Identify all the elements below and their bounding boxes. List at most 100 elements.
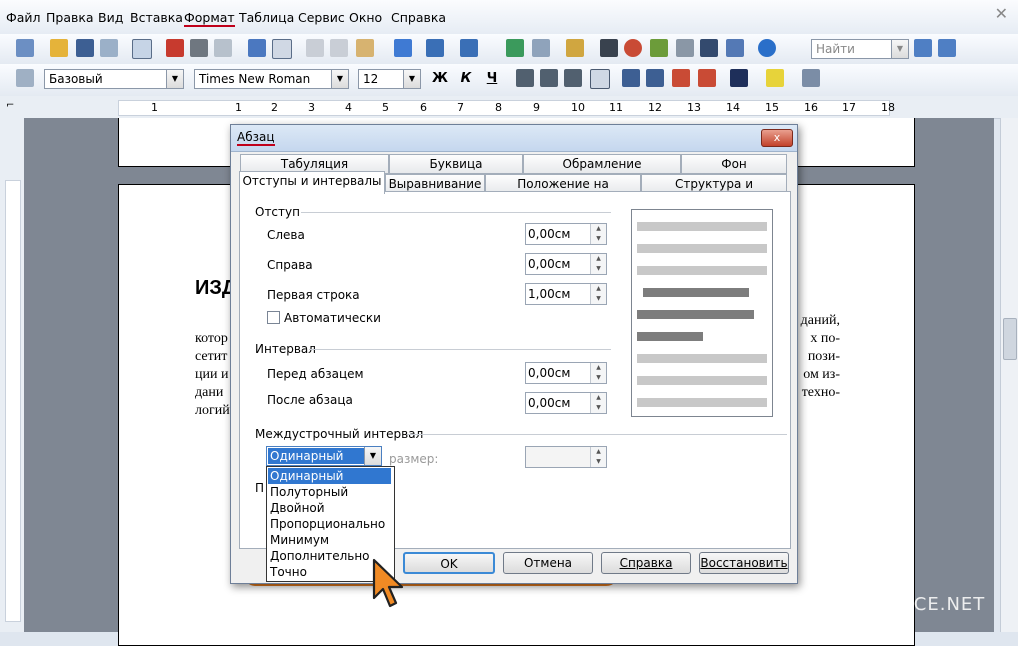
menu-help[interactable]: Справка	[391, 10, 446, 25]
auto-checkbox[interactable]	[267, 311, 280, 324]
paste-icon[interactable]	[356, 39, 374, 57]
datasource-icon[interactable]	[676, 39, 694, 57]
edit-mode-icon[interactable]	[132, 39, 152, 59]
indent-right-field[interactable]: 0,00см ▲ ▼	[525, 253, 607, 275]
justify-icon[interactable]	[590, 69, 610, 89]
dialog-titlebar[interactable]: Абзац x	[231, 125, 797, 152]
vertical-scrollbar[interactable]	[1000, 118, 1018, 632]
option-at-least[interactable]: Минимум	[268, 532, 391, 548]
chevron-down-icon[interactable]: ▼	[166, 70, 183, 88]
underline-button[interactable]: Ч	[482, 69, 502, 89]
align-right-icon[interactable]	[564, 69, 582, 87]
tab-indents-spacing[interactable]: Отступы и интервалы	[239, 171, 385, 194]
tab-background[interactable]: Фон	[681, 154, 787, 174]
menu-insert[interactable]: Вставка	[130, 10, 183, 25]
open-icon[interactable]	[50, 39, 68, 57]
ruler-number: 9	[533, 101, 540, 114]
find-next-icon[interactable]	[914, 39, 932, 57]
scrollbar-thumb[interactable]	[1003, 318, 1017, 360]
font-size-select[interactable]: 12 ▼	[358, 69, 421, 89]
print-preview-icon[interactable]	[214, 39, 232, 57]
menu-tools[interactable]: Сервис	[298, 10, 345, 25]
navigator-icon[interactable]	[624, 39, 642, 57]
spellcheck-icon[interactable]	[248, 39, 266, 57]
new-document-icon[interactable]	[16, 39, 34, 57]
decrease-indent-icon[interactable]	[672, 69, 690, 87]
tab-type-icon[interactable]: ⌐	[6, 100, 14, 111]
align-center-icon[interactable]	[540, 69, 558, 87]
line-spacing-select[interactable]: Одинарный ▼	[266, 446, 382, 466]
autospellcheck-icon[interactable]	[272, 39, 292, 59]
nonprinting-chars-icon[interactable]	[700, 39, 718, 57]
menu-view[interactable]: Вид	[98, 10, 123, 25]
menu-edit[interactable]: Правка	[46, 10, 94, 25]
before-paragraph-field[interactable]: 0,00см ▲ ▼	[525, 362, 607, 384]
tab-drop-caps[interactable]: Буквица	[389, 154, 523, 174]
group-divider	[301, 212, 611, 213]
align-left-icon[interactable]	[516, 69, 534, 87]
option-one-and-half[interactable]: Полуторный	[268, 484, 391, 500]
draw-icon[interactable]	[566, 39, 584, 57]
email-icon[interactable]	[100, 39, 118, 57]
cancel-button[interactable]: Отмена	[503, 552, 593, 574]
redo-icon[interactable]	[460, 39, 478, 57]
background-color-icon[interactable]	[802, 69, 820, 87]
export-pdf-icon[interactable]	[166, 39, 184, 57]
spin-icon[interactable]: ▲ ▼	[590, 254, 606, 274]
spin-icon[interactable]: ▲ ▼	[590, 363, 606, 383]
table-icon[interactable]	[532, 39, 550, 57]
italic-button[interactable]: К	[456, 69, 476, 89]
first-line-field[interactable]: 1,00см ▲ ▼	[525, 283, 607, 305]
bullets-icon[interactable]	[646, 69, 664, 87]
zoom-icon[interactable]	[726, 39, 744, 57]
option-double[interactable]: Двойной	[268, 500, 391, 516]
help-button[interactable]: Справка	[601, 552, 691, 574]
spin-icon[interactable]: ▲ ▼	[590, 393, 606, 413]
styles-icon[interactable]	[16, 69, 34, 87]
bold-button[interactable]: Ж	[430, 69, 450, 89]
chevron-down-icon[interactable]: ▼	[331, 70, 348, 88]
highlight-icon[interactable]	[766, 69, 784, 87]
option-proportional[interactable]: Пропорционально	[268, 516, 391, 532]
format-paintbrush-icon[interactable]	[394, 39, 412, 57]
find-replace-icon[interactable]	[600, 39, 618, 57]
numbering-icon[interactable]	[622, 69, 640, 87]
menu-file[interactable]: Файл	[6, 10, 41, 25]
doc-text-line: сетит	[195, 349, 228, 364]
spin-icon[interactable]: ▲ ▼	[590, 224, 606, 244]
preview-line	[637, 376, 767, 385]
copy-icon[interactable]	[330, 39, 348, 57]
close-document-icon[interactable]: ✕	[995, 4, 1008, 23]
hyperlink-icon[interactable]	[506, 39, 524, 57]
ruler-number: 2	[271, 101, 278, 114]
help-icon[interactable]	[758, 39, 776, 57]
size-label: размер:	[389, 452, 439, 466]
paragraph-style-select[interactable]: Базовый ▼	[44, 69, 184, 89]
cut-icon[interactable]	[306, 39, 324, 57]
option-single[interactable]: Одинарный	[268, 468, 391, 484]
increase-indent-icon[interactable]	[698, 69, 716, 87]
undo-icon[interactable]	[426, 39, 444, 57]
menu-format[interactable]: Формат	[184, 10, 235, 27]
after-paragraph-field[interactable]: 0,00см ▲ ▼	[525, 392, 607, 414]
print-icon[interactable]	[190, 39, 208, 57]
save-icon[interactable]	[76, 39, 94, 57]
reset-button[interactable]: Восстановить	[699, 552, 789, 574]
menu-table[interactable]: Таблица	[239, 10, 294, 25]
close-button[interactable]: x	[761, 129, 793, 147]
ok-button[interactable]: OK	[403, 552, 495, 574]
font-name-select[interactable]: Times New Roman ▼	[194, 69, 349, 89]
formatting-toolbar: Базовый ▼ Times New Roman ▼ 12 ▼ Ж К Ч	[0, 64, 1018, 97]
chevron-down-icon[interactable]: ▼	[891, 40, 908, 58]
group-divider	[407, 434, 787, 435]
font-color-icon[interactable]	[730, 69, 748, 87]
find-input[interactable]: Найти ▼	[811, 39, 909, 59]
chevron-down-icon[interactable]: ▼	[403, 70, 420, 88]
chevron-down-icon[interactable]: ▼	[364, 447, 381, 465]
find-prev-icon[interactable]	[938, 39, 956, 57]
menu-window[interactable]: Окно	[349, 10, 382, 25]
indent-left-field[interactable]: 0,00см ▲ ▼	[525, 223, 607, 245]
spin-icon[interactable]: ▲ ▼	[590, 284, 606, 304]
gallery-icon[interactable]	[650, 39, 668, 57]
tab-borders[interactable]: Обрамление	[523, 154, 681, 174]
